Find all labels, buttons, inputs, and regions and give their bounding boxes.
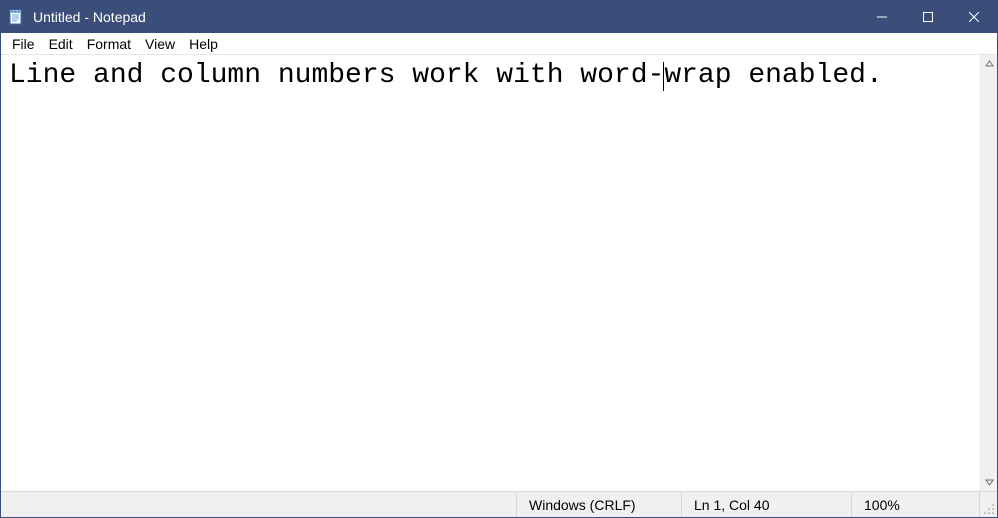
close-button[interactable] (951, 1, 997, 33)
menu-edit[interactable]: Edit (42, 35, 80, 53)
text-caret (663, 62, 664, 91)
menu-help[interactable]: Help (182, 35, 225, 53)
vertical-scrollbar[interactable] (980, 55, 997, 491)
title-bar[interactable]: Untitled - Notepad (1, 1, 997, 33)
app-icon (1, 9, 31, 25)
menu-format[interactable]: Format (80, 35, 138, 53)
status-bar: Windows (CRLF) Ln 1, Col 40 100% (1, 492, 997, 517)
status-zoom-level: 100% (852, 492, 980, 517)
text-editor[interactable]: Line and column numbers work with word-w… (1, 55, 980, 491)
menu-file[interactable]: File (5, 35, 42, 53)
editor-text-before-caret: Line and column numbers work with word- (9, 60, 664, 91)
status-cursor-position: Ln 1, Col 40 (682, 492, 852, 517)
menu-bar: File Edit Format View Help (1, 33, 997, 55)
scroll-down-arrow-icon[interactable] (981, 474, 998, 491)
scroll-up-arrow-icon[interactable] (981, 55, 998, 72)
status-line-ending: Windows (CRLF) (517, 492, 682, 517)
maximize-button[interactable] (905, 1, 951, 33)
menu-view[interactable]: View (138, 35, 182, 53)
editor-text-after-caret: wrap enabled. (664, 60, 882, 91)
status-filler (1, 492, 517, 517)
resize-grip[interactable] (980, 492, 997, 517)
editor-container: Line and column numbers work with word-w… (1, 55, 997, 492)
minimize-button[interactable] (859, 1, 905, 33)
window-title: Untitled - Notepad (31, 9, 146, 25)
